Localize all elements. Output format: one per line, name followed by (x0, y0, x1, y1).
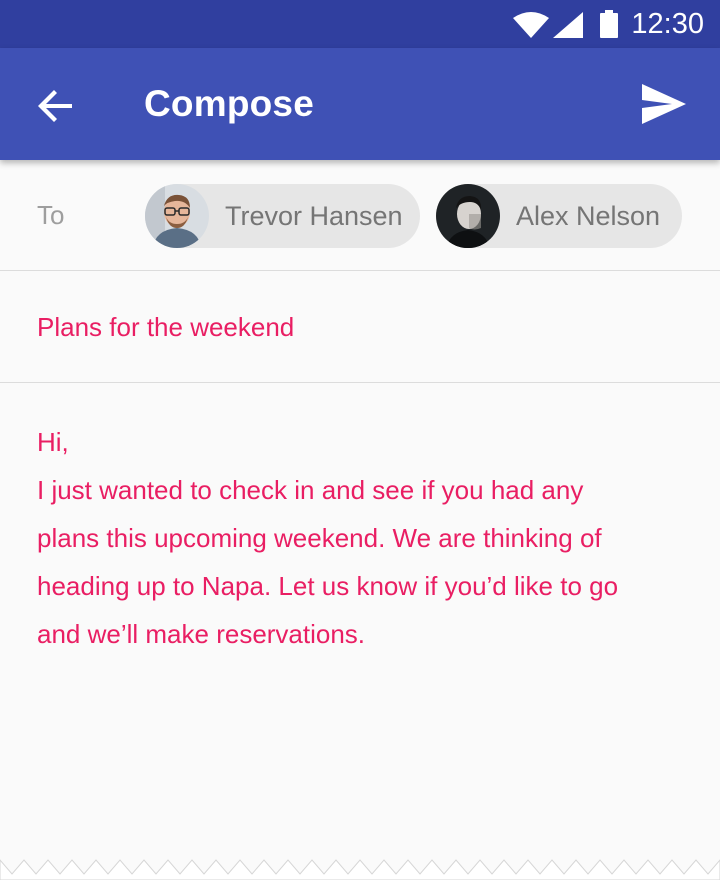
subject-field[interactable]: Plans for the weekend (37, 311, 294, 343)
cellular-signal-icon (553, 12, 583, 38)
status-bar: 12:30 (0, 0, 720, 48)
status-time: 12:30 (631, 8, 704, 40)
recipient-name: Alex Nelson (516, 201, 661, 231)
recipients-row: To Trevor Hansen Alex Nelson (0, 160, 720, 271)
wifi-icon (513, 12, 549, 38)
recipient-chip-alex-nelson[interactable]: Alex Nelson (436, 184, 682, 248)
app-bar: Compose (0, 48, 720, 160)
message-body-field[interactable]: Hi, I just wanted to check in and see if… (37, 418, 697, 658)
battery-icon (600, 10, 618, 38)
avatar (436, 184, 500, 248)
recipient-name: Trevor Hansen (225, 201, 403, 231)
arrow-back-icon[interactable] (36, 86, 76, 126)
avatar (145, 184, 209, 248)
body-line: plans this upcoming weekend. We are thin… (37, 523, 602, 553)
body-line: Hi, (37, 427, 69, 457)
body-line: I just wanted to check in and see if you… (37, 475, 584, 505)
body-line: heading up to Napa. Let us know if you’d… (37, 571, 619, 601)
recipient-chip-trevor-hansen[interactable]: Trevor Hansen (145, 184, 420, 248)
page-title: Compose (144, 83, 314, 124)
to-label: To (37, 200, 65, 230)
send-icon[interactable] (640, 84, 688, 124)
torn-edge-divider (0, 859, 720, 880)
body-line: and we’ll make reservations. (37, 619, 366, 649)
subject-row[interactable]: Plans for the weekend (0, 271, 720, 383)
